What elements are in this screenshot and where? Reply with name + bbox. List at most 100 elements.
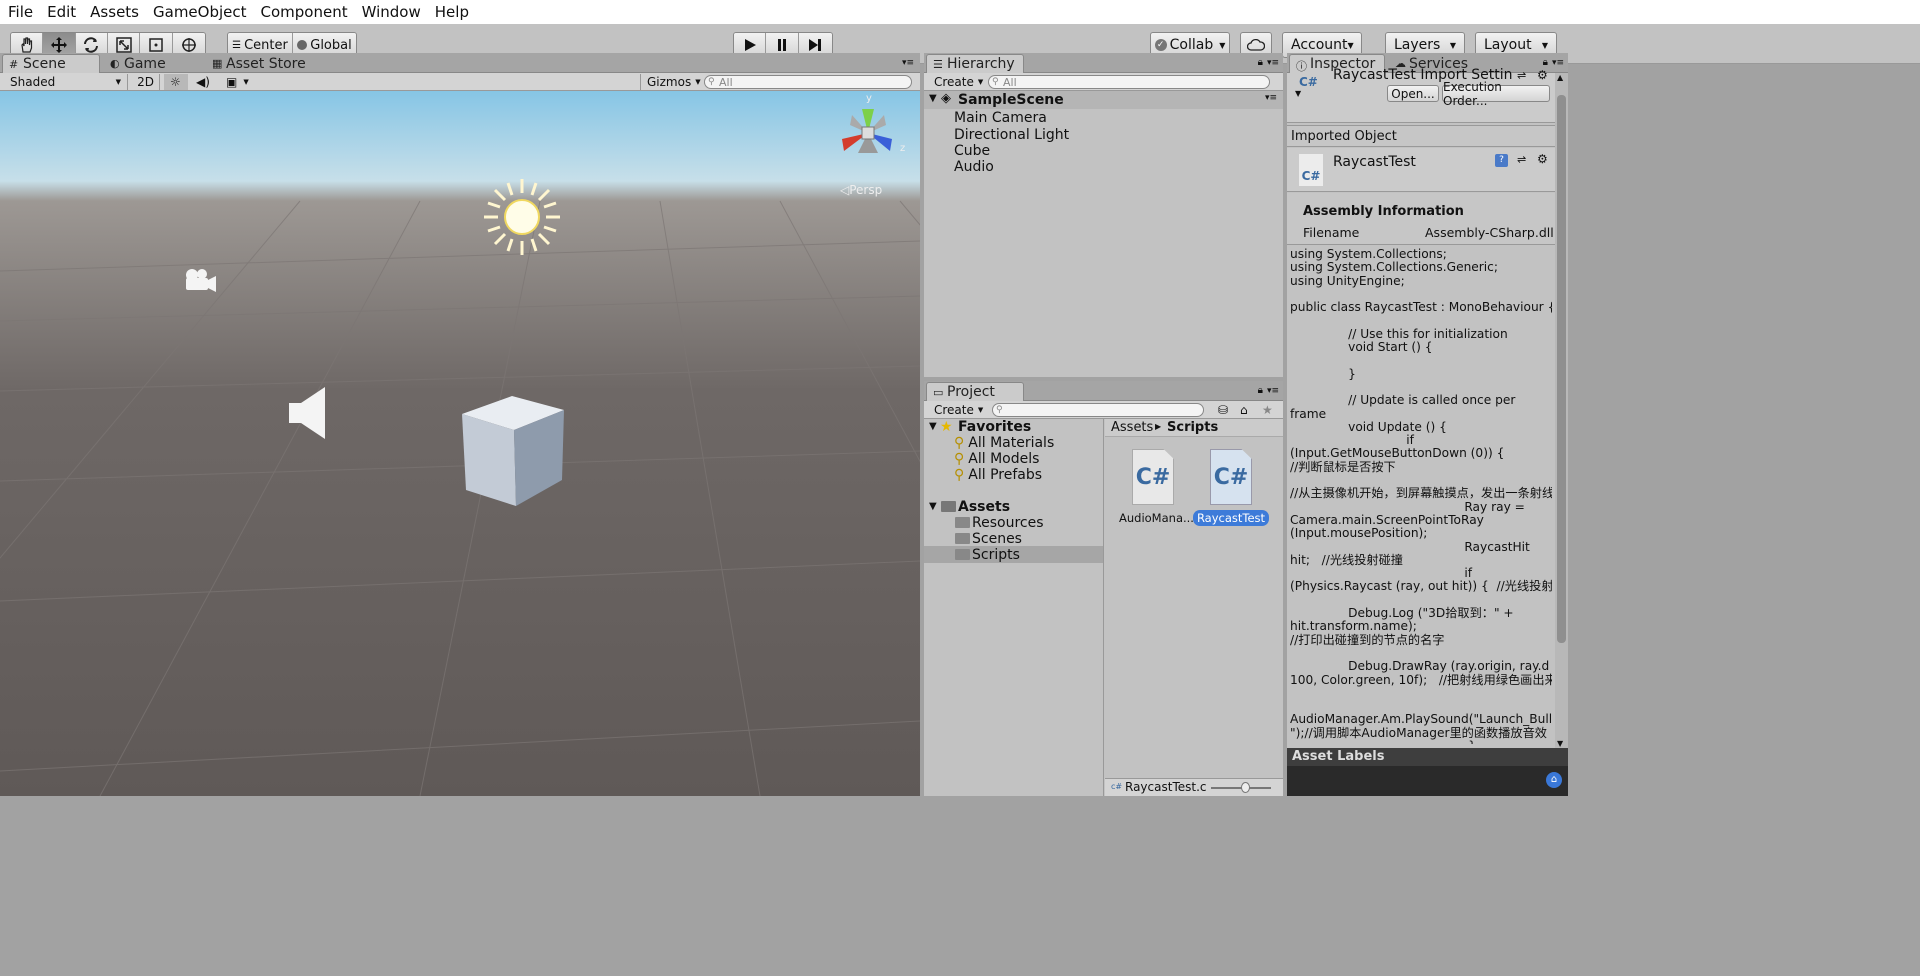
menu-gameobject[interactable]: GameObject xyxy=(153,3,257,21)
scene-viewport[interactable]: y z ◁Persp xyxy=(0,91,920,796)
tab-asset-store[interactable]: ▦ Asset Store xyxy=(206,54,314,73)
sun-light-icon[interactable] xyxy=(482,177,562,257)
scrollbar-thumb[interactable] xyxy=(1557,95,1566,643)
favorite-all-materials[interactable]: ⚲ All Materials xyxy=(954,435,1054,451)
foldout-arrow-icon[interactable]: ▼ xyxy=(1295,89,1301,98)
menu-assets[interactable]: Assets xyxy=(90,3,149,21)
hierarchy-item-directional-light[interactable]: Directional Light xyxy=(954,127,1069,143)
panel-menu-icon[interactable]: ▾≡ xyxy=(1552,58,1564,68)
preset-icon[interactable]: ⇌ xyxy=(1517,153,1526,166)
lock-icon[interactable]: 🔒︎ xyxy=(1543,57,1548,68)
filter-by-label-button[interactable]: ⌂ xyxy=(1234,402,1254,418)
tab-project[interactable]: ▭ Project xyxy=(926,382,1024,401)
favorites-heading[interactable]: Favorites xyxy=(958,419,1031,435)
cs-script-icon: C# xyxy=(1210,449,1252,505)
breadcrumb-assets[interactable]: Assets xyxy=(1111,420,1153,435)
dropdown-arrow-icon: ▼ xyxy=(243,78,249,86)
gizmos-label: Gizmos xyxy=(647,75,692,89)
execution-order-button[interactable]: Execution Order... xyxy=(1442,80,1550,108)
scene-gizmo[interactable]: y z xyxy=(828,93,908,173)
favorite-star-button[interactable]: ★ xyxy=(1256,402,1276,418)
menu-component[interactable]: Component xyxy=(261,3,358,21)
persp-text: Persp xyxy=(849,183,883,197)
folder-scripts[interactable]: Scripts xyxy=(972,547,1020,563)
folder-resources[interactable]: Resources xyxy=(972,515,1044,531)
star-icon: ★ xyxy=(1262,403,1273,417)
menu-window[interactable]: Window xyxy=(362,3,431,21)
folder-icon xyxy=(955,549,970,560)
project-footer: c# RaycastTest.cs xyxy=(1105,778,1283,796)
inspector-scrollbar[interactable]: ▲ ▼ xyxy=(1555,73,1568,748)
filter-icon: ⛁ xyxy=(1218,403,1229,417)
audio-toggle[interactable]: ◀) xyxy=(190,74,216,90)
project-folder-tree: ▼ ★ Favorites ⚲ All Materials ⚲ All Models… xyxy=(924,419,1104,796)
favorite-all-models[interactable]: ⚲ All Models xyxy=(954,451,1039,467)
project-create-button[interactable]: Create ▼ xyxy=(928,402,983,418)
asset-labels-header: Asset Labels xyxy=(1287,748,1568,766)
filter-by-type-button[interactable]: ⛁ xyxy=(1212,402,1232,418)
hierarchy-create-button[interactable]: Create ▼ xyxy=(928,74,983,90)
menu-edit[interactable]: Edit xyxy=(47,3,86,21)
shading-mode-dropdown[interactable]: Shaded ▼ xyxy=(4,74,128,90)
project-search-input[interactable]: ⚲ xyxy=(992,403,1204,417)
asset-raycasttest[interactable]: C# RaycastTest xyxy=(1193,449,1269,529)
unity-scene-icon: ◈ xyxy=(941,91,951,106)
lock-icon[interactable]: 🔒︎ xyxy=(1258,385,1263,396)
hierarchy-search-input[interactable]: ⚲ All xyxy=(988,75,1270,89)
effects-dropdown[interactable]: ▣ ▼ xyxy=(220,74,256,90)
gear-icon[interactable]: ⚙ xyxy=(1537,152,1548,166)
rect-icon xyxy=(149,38,163,52)
cube-object[interactable] xyxy=(458,394,568,509)
pacman-icon: ◐ xyxy=(110,57,120,70)
script-small-icon: c# xyxy=(1111,782,1123,791)
move-icon xyxy=(51,37,68,53)
scene-search-placeholder: All xyxy=(719,75,733,89)
menu-file[interactable]: File xyxy=(8,3,43,21)
panel-menu-icon[interactable]: ▾≡ xyxy=(1267,386,1279,396)
open-button[interactable]: Open... xyxy=(1387,85,1439,102)
expand-arrow-icon: ▼ xyxy=(929,501,937,512)
sun-icon: ☼ xyxy=(170,75,181,89)
audio-source-icon[interactable] xyxy=(287,385,331,441)
dropdown-arrow-icon: ▼ xyxy=(1347,40,1354,50)
help-book-icon[interactable]: ? xyxy=(1495,154,1508,167)
gizmos-dropdown[interactable]: Gizmos ▼ xyxy=(640,74,701,90)
dropdown-arrow-icon: ▼ xyxy=(1449,40,1456,50)
scene-header-row[interactable]: ▼ ◈ SampleScene ▾≡ xyxy=(924,91,1283,109)
2d-toggle[interactable]: 2D xyxy=(132,74,160,90)
dropdown-arrow-icon: ▼ xyxy=(695,78,701,86)
scene-search-input[interactable]: ⚲ All xyxy=(704,75,912,89)
panel-menu-icon[interactable]: ▾≡ xyxy=(1267,58,1279,68)
lighting-toggle[interactable]: ☼ xyxy=(164,74,188,90)
tab-hierarchy[interactable]: ☰ Hierarchy xyxy=(926,54,1024,73)
hierarchy-item-audio[interactable]: Audio xyxy=(954,159,994,175)
cs-script-icon: C# xyxy=(1299,154,1323,186)
asset-labels-body: ⌂ xyxy=(1287,766,1568,796)
cloud-icon xyxy=(1247,39,1265,51)
persp-label[interactable]: ◁Persp xyxy=(840,183,882,197)
hierarchy-item-main-camera[interactable]: Main Camera xyxy=(954,110,1047,126)
hand-icon xyxy=(21,37,32,53)
folder-scenes[interactable]: Scenes xyxy=(972,531,1022,547)
assets-folder[interactable]: Assets xyxy=(958,499,1010,515)
hierarchy-item-cube[interactable]: Cube xyxy=(954,143,990,159)
label-tag-icon[interactable]: ⌂ xyxy=(1546,772,1562,788)
breadcrumb: Assets ▶ Scripts xyxy=(1105,419,1283,437)
slider-thumb[interactable] xyxy=(1241,782,1250,793)
assets-folder-icon xyxy=(941,501,956,512)
camera-icon[interactable] xyxy=(180,266,220,296)
panel-menu-icon[interactable]: ▾≡ xyxy=(902,58,914,68)
favorite-all-prefabs[interactable]: ⚲ All Prefabs xyxy=(954,467,1042,483)
scene-panel: # Scene ◐ Game ▦ Asset Store ▾≡ Shaded ▼ 2D … xyxy=(0,53,920,796)
tab-game[interactable]: ◐ Game xyxy=(104,54,174,73)
asset-audiomanager[interactable]: C# AudioMana... xyxy=(1117,449,1194,529)
cs-script-icon: C# xyxy=(1299,75,1318,89)
breadcrumb-scripts[interactable]: Scripts xyxy=(1167,420,1218,435)
menu-help[interactable]: Help xyxy=(435,3,479,21)
scene-menu-icon[interactable]: ▾≡ xyxy=(1265,93,1277,103)
scroll-up-icon[interactable]: ▲ xyxy=(1557,73,1563,82)
list-icon: ☰ xyxy=(933,58,943,71)
tab-scene[interactable]: # Scene xyxy=(2,54,100,73)
scroll-down-icon[interactable]: ▼ xyxy=(1557,739,1563,748)
lock-icon[interactable]: 🔒︎ xyxy=(1258,57,1263,68)
